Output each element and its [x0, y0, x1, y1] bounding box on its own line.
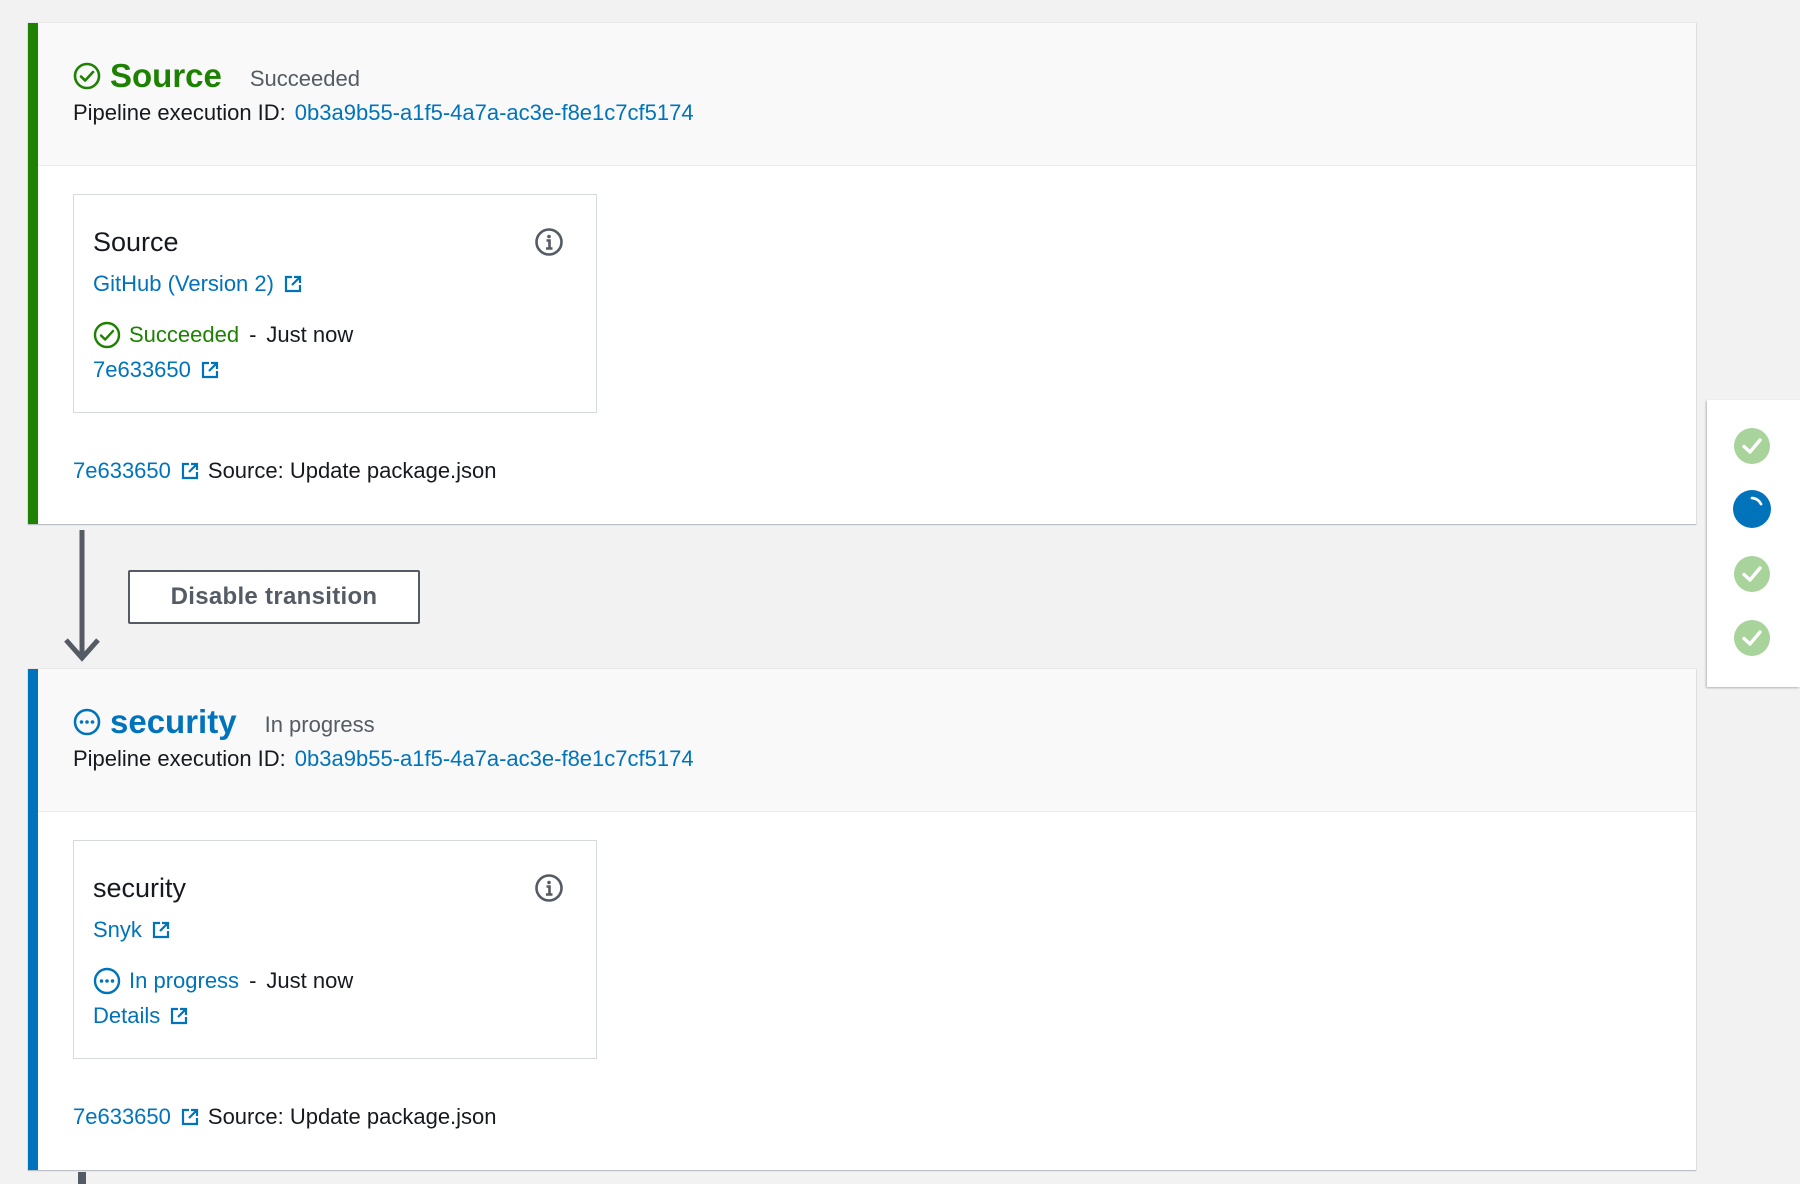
commit-id-link[interactable]: 7e633650: [73, 458, 171, 484]
info-icon[interactable]: [534, 227, 564, 257]
execution-id-row: Pipeline execution ID: 0b3a9b55-a1f5-4a7a…: [73, 100, 1696, 126]
action-provider-row: Snyk: [93, 915, 577, 945]
external-link-icon[interactable]: [180, 1107, 200, 1127]
stage-title-row: security In progress: [73, 702, 1696, 742]
stage-header: Source Succeeded Pipeline execution ID: 0…: [38, 23, 1696, 166]
commit-message: Source: Update package.json: [207, 458, 497, 483]
action-details-link[interactable]: Details: [93, 1003, 160, 1029]
action-link-row: 7e633650: [93, 355, 577, 385]
stage-title: security: [110, 703, 237, 740]
external-link-icon[interactable]: [283, 274, 303, 294]
external-link-icon[interactable]: [151, 920, 171, 940]
commit-row: 7e633650 Source: Update package.json: [73, 456, 497, 486]
stage-title-row: Source Succeeded: [73, 56, 1696, 96]
step-succeeded-icon[interactable]: [1732, 426, 1772, 466]
commit-row: 7e633650 Source: Update package.json: [73, 1102, 497, 1132]
step-succeeded-icon[interactable]: [1732, 618, 1772, 658]
execution-id-link[interactable]: 0b3a9b55-a1f5-4a7a-ac3e-f8e1c7cf5174: [295, 746, 694, 771]
step-succeeded-icon[interactable]: [1732, 554, 1772, 594]
action-status-text: Succeeded: [129, 322, 240, 347]
action-title: Source: [93, 227, 179, 257]
action-card-source: Source GitHub (Version 2) Succeeded - Ju…: [73, 194, 597, 413]
stage-source: Source Succeeded Pipeline execution ID: 0…: [28, 23, 1696, 524]
execution-id-label: Pipeline execution ID:: [73, 746, 286, 771]
transition-arrow-icon: [64, 530, 100, 662]
info-icon[interactable]: [534, 873, 564, 903]
stage-navigator-panel: [1707, 400, 1800, 687]
step-in-progress-icon[interactable]: [1732, 489, 1772, 529]
action-provider-link[interactable]: GitHub (Version 2): [93, 271, 274, 297]
stage-status: Succeeded: [249, 66, 360, 91]
action-status-row: In progress - Just now: [93, 965, 577, 997]
success-check-icon: [73, 62, 101, 90]
action-commit-link[interactable]: 7e633650: [93, 357, 191, 383]
execution-id-label: Pipeline execution ID:: [73, 100, 286, 125]
action-status-row: Succeeded - Just now: [93, 319, 577, 351]
success-check-icon: [93, 321, 121, 349]
action-status-text: In progress: [129, 968, 240, 993]
execution-id-link[interactable]: 0b3a9b55-a1f5-4a7a-ac3e-f8e1c7cf5174: [295, 100, 694, 125]
action-provider-row: GitHub (Version 2): [93, 269, 577, 299]
next-transition-line: [78, 1172, 86, 1184]
in-progress-icon: [73, 708, 101, 736]
disable-transition-button[interactable]: Disable transition: [128, 570, 420, 624]
action-card-security: security Snyk In progress - Just now Det…: [73, 840, 597, 1059]
execution-id-row: Pipeline execution ID: 0b3a9b55-a1f5-4a7a…: [73, 746, 1696, 772]
action-time: Just now: [266, 968, 354, 993]
action-link-row: Details: [93, 1001, 577, 1031]
stage-status: In progress: [264, 712, 375, 737]
action-provider-link[interactable]: Snyk: [93, 917, 142, 943]
commit-message: Source: Update package.json: [207, 1104, 497, 1129]
action-time: Just now: [266, 322, 354, 347]
external-link-icon[interactable]: [200, 360, 220, 380]
status-separator: -: [249, 968, 257, 993]
stage-title: Source: [110, 57, 222, 94]
action-title: security: [93, 873, 187, 903]
external-link-icon[interactable]: [180, 461, 200, 481]
external-link-icon[interactable]: [169, 1006, 189, 1026]
status-separator: -: [249, 322, 257, 347]
stage-security: security In progress Pipeline execution …: [28, 669, 1696, 1170]
in-progress-icon: [93, 967, 121, 995]
commit-id-link[interactable]: 7e633650: [73, 1104, 171, 1130]
stage-header: security In progress Pipeline execution …: [38, 669, 1696, 812]
